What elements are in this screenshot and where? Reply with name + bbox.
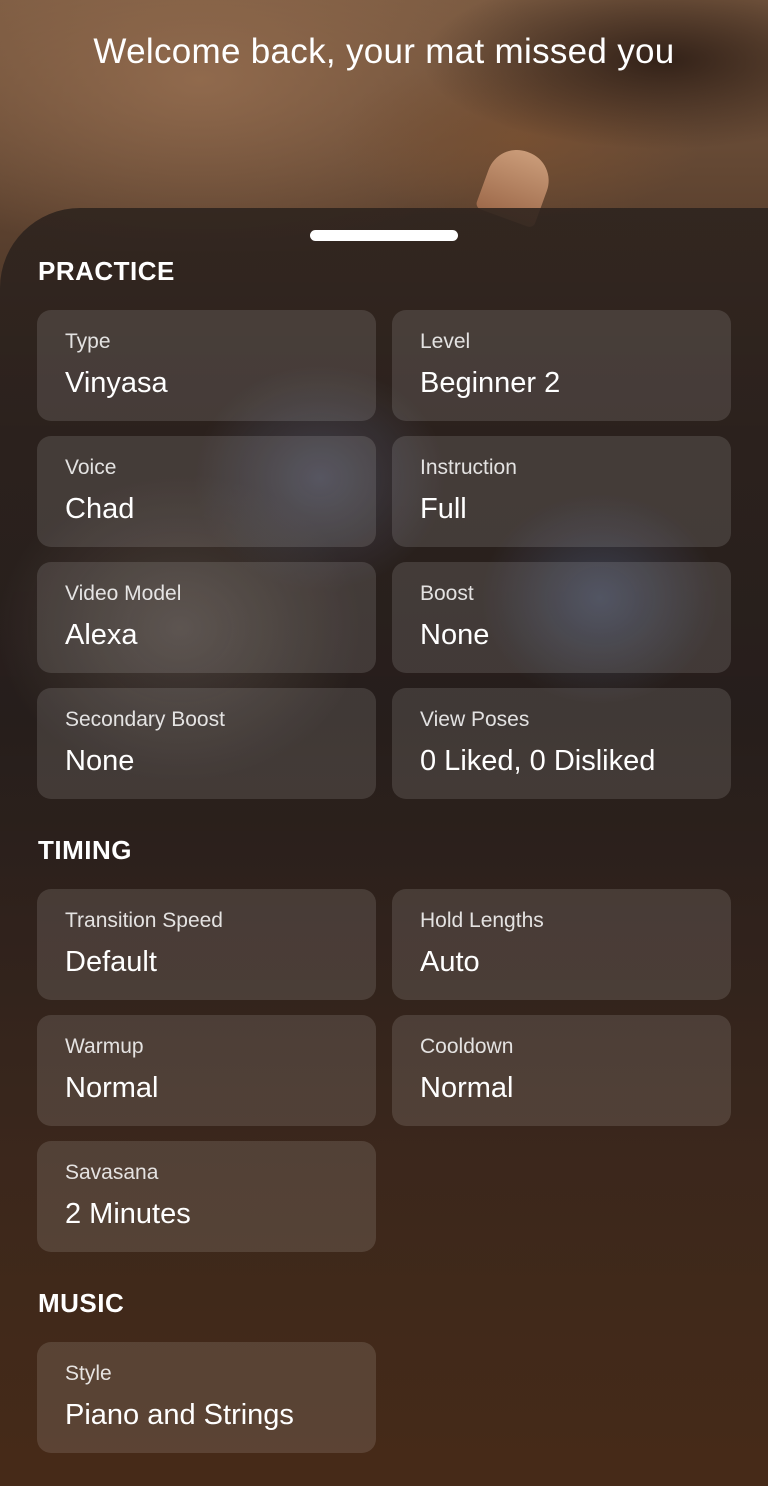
section-title-timing: TIMING [38, 835, 132, 865]
setting-card-level[interactable]: Level Beginner 2 [392, 310, 731, 421]
setting-label: Voice [65, 456, 117, 479]
setting-label: Instruction [420, 456, 517, 479]
setting-value: Vinyasa [65, 367, 168, 399]
setting-value: Alexa [65, 619, 138, 651]
setting-label: Warmup [65, 1035, 144, 1058]
setting-card-boost[interactable]: Boost None [392, 562, 731, 673]
setting-card-secondary-boost[interactable]: Secondary Boost None [37, 688, 376, 799]
setting-value: None [65, 745, 135, 777]
setting-card-music-style[interactable]: Style Piano and Strings [37, 1342, 376, 1453]
setting-label: Boost [420, 582, 474, 605]
setting-value: Piano and Strings [65, 1399, 294, 1431]
setting-value: Full [420, 493, 467, 525]
background-photo-shadow [420, 0, 768, 150]
setting-label: Cooldown [420, 1035, 514, 1058]
setting-value: 0 Liked, 0 Disliked [420, 745, 656, 777]
setting-label: View Poses [420, 708, 530, 731]
setting-label: Style [65, 1362, 112, 1385]
section-title-music: MUSIC [38, 1288, 125, 1318]
setting-card-warmup[interactable]: Warmup Normal [37, 1015, 376, 1126]
sheet-drag-handle[interactable] [310, 230, 458, 241]
setting-card-view-poses[interactable]: View Poses 0 Liked, 0 Disliked [392, 688, 731, 799]
setting-card-cooldown[interactable]: Cooldown Normal [392, 1015, 731, 1126]
setting-card-voice[interactable]: Voice Chad [37, 436, 376, 547]
setting-label: Savasana [65, 1161, 159, 1184]
setting-value: Auto [420, 946, 480, 978]
setting-value: Normal [420, 1072, 514, 1104]
setting-value: None [420, 619, 490, 651]
setting-card-type[interactable]: Type Vinyasa [37, 310, 376, 421]
setting-label: Level [420, 330, 471, 353]
welcome-message: Welcome back, your mat missed you [93, 32, 675, 71]
setting-card-instruction[interactable]: Instruction Full [392, 436, 731, 547]
setting-card-transition-speed[interactable]: Transition Speed Default [37, 889, 376, 1000]
setting-card-video-model[interactable]: Video Model Alexa [37, 562, 376, 673]
setting-value: Beginner 2 [420, 367, 561, 399]
setting-label: Type [65, 330, 111, 353]
setting-value: 2 Minutes [65, 1198, 191, 1230]
setting-label: Secondary Boost [65, 708, 225, 731]
setting-label: Video Model [65, 582, 182, 605]
section-title-practice: PRACTICE [38, 256, 175, 286]
setting-label: Hold Lengths [420, 909, 544, 932]
setting-value: Default [65, 946, 157, 978]
setting-card-savasana[interactable]: Savasana 2 Minutes [37, 1141, 376, 1252]
setting-card-hold-lengths[interactable]: Hold Lengths Auto [392, 889, 731, 1000]
setting-value: Normal [65, 1072, 159, 1104]
setting-value: Chad [65, 493, 135, 525]
setting-label: Transition Speed [65, 909, 223, 932]
